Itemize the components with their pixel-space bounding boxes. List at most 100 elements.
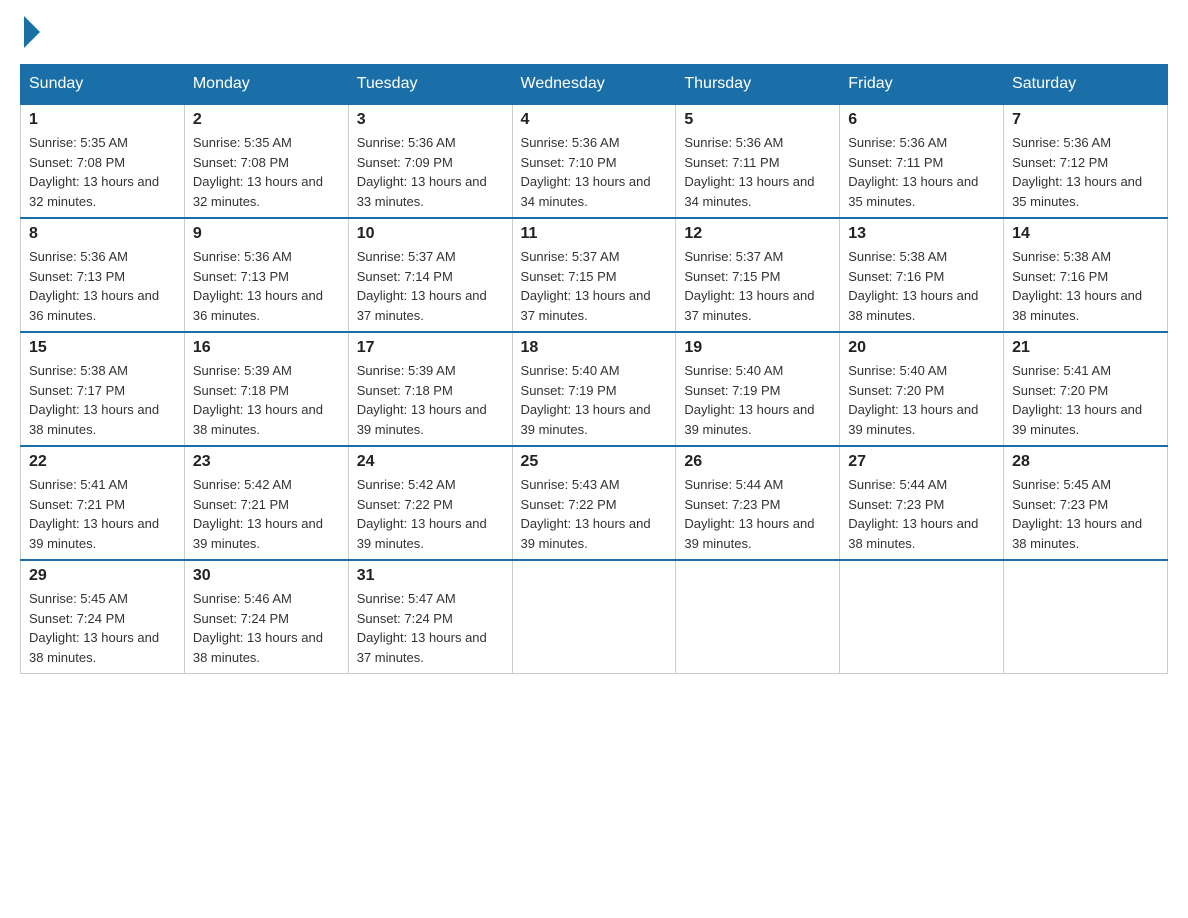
- calendar-cell: 14 Sunrise: 5:38 AM Sunset: 7:16 PM Dayl…: [1004, 218, 1168, 332]
- week-row-3: 15 Sunrise: 5:38 AM Sunset: 7:17 PM Dayl…: [21, 332, 1168, 446]
- day-info: Sunrise: 5:40 AM Sunset: 7:19 PM Dayligh…: [521, 361, 668, 439]
- calendar-cell: 15 Sunrise: 5:38 AM Sunset: 7:17 PM Dayl…: [21, 332, 185, 446]
- calendar-cell: 21 Sunrise: 5:41 AM Sunset: 7:20 PM Dayl…: [1004, 332, 1168, 446]
- day-number: 15: [29, 339, 176, 357]
- day-info: Sunrise: 5:36 AM Sunset: 7:09 PM Dayligh…: [357, 133, 504, 211]
- calendar-body: 1 Sunrise: 5:35 AM Sunset: 7:08 PM Dayli…: [21, 104, 1168, 674]
- calendar-cell: 5 Sunrise: 5:36 AM Sunset: 7:11 PM Dayli…: [676, 104, 840, 218]
- day-info: Sunrise: 5:36 AM Sunset: 7:11 PM Dayligh…: [684, 133, 831, 211]
- calendar-cell: 26 Sunrise: 5:44 AM Sunset: 7:23 PM Dayl…: [676, 446, 840, 560]
- calendar-cell: 4 Sunrise: 5:36 AM Sunset: 7:10 PM Dayli…: [512, 104, 676, 218]
- day-info: Sunrise: 5:38 AM Sunset: 7:17 PM Dayligh…: [29, 361, 176, 439]
- day-number: 31: [357, 567, 504, 585]
- week-row-5: 29 Sunrise: 5:45 AM Sunset: 7:24 PM Dayl…: [21, 560, 1168, 674]
- day-number: 14: [1012, 225, 1159, 243]
- day-info: Sunrise: 5:37 AM Sunset: 7:15 PM Dayligh…: [684, 247, 831, 325]
- calendar-cell: 30 Sunrise: 5:46 AM Sunset: 7:24 PM Dayl…: [184, 560, 348, 674]
- calendar-cell: [840, 560, 1004, 674]
- day-number: 20: [848, 339, 995, 357]
- logo-top: [20, 20, 40, 48]
- day-info: Sunrise: 5:43 AM Sunset: 7:22 PM Dayligh…: [521, 475, 668, 553]
- day-number: 16: [193, 339, 340, 357]
- calendar-cell: 24 Sunrise: 5:42 AM Sunset: 7:22 PM Dayl…: [348, 446, 512, 560]
- day-info: Sunrise: 5:37 AM Sunset: 7:14 PM Dayligh…: [357, 247, 504, 325]
- day-info: Sunrise: 5:36 AM Sunset: 7:11 PM Dayligh…: [848, 133, 995, 211]
- logo-triangle-icon: [24, 16, 40, 48]
- day-info: Sunrise: 5:38 AM Sunset: 7:16 PM Dayligh…: [848, 247, 995, 325]
- header-friday: Friday: [840, 65, 1004, 105]
- day-number: 7: [1012, 111, 1159, 129]
- calendar-cell: 6 Sunrise: 5:36 AM Sunset: 7:11 PM Dayli…: [840, 104, 1004, 218]
- day-number: 13: [848, 225, 995, 243]
- header-saturday: Saturday: [1004, 65, 1168, 105]
- calendar-cell: 13 Sunrise: 5:38 AM Sunset: 7:16 PM Dayl…: [840, 218, 1004, 332]
- day-info: Sunrise: 5:45 AM Sunset: 7:24 PM Dayligh…: [29, 589, 176, 667]
- calendar-cell: 3 Sunrise: 5:36 AM Sunset: 7:09 PM Dayli…: [348, 104, 512, 218]
- day-info: Sunrise: 5:45 AM Sunset: 7:23 PM Dayligh…: [1012, 475, 1159, 553]
- header-sunday: Sunday: [21, 65, 185, 105]
- day-number: 2: [193, 111, 340, 129]
- day-info: Sunrise: 5:44 AM Sunset: 7:23 PM Dayligh…: [684, 475, 831, 553]
- calendar-cell: 17 Sunrise: 5:39 AM Sunset: 7:18 PM Dayl…: [348, 332, 512, 446]
- calendar-cell: 22 Sunrise: 5:41 AM Sunset: 7:21 PM Dayl…: [21, 446, 185, 560]
- day-number: 6: [848, 111, 995, 129]
- day-info: Sunrise: 5:38 AM Sunset: 7:16 PM Dayligh…: [1012, 247, 1159, 325]
- day-number: 19: [684, 339, 831, 357]
- day-number: 18: [521, 339, 668, 357]
- day-number: 17: [357, 339, 504, 357]
- day-info: Sunrise: 5:42 AM Sunset: 7:21 PM Dayligh…: [193, 475, 340, 553]
- day-info: Sunrise: 5:37 AM Sunset: 7:15 PM Dayligh…: [521, 247, 668, 325]
- calendar-cell: 19 Sunrise: 5:40 AM Sunset: 7:19 PM Dayl…: [676, 332, 840, 446]
- calendar-cell: [512, 560, 676, 674]
- day-number: 12: [684, 225, 831, 243]
- calendar-cell: 31 Sunrise: 5:47 AM Sunset: 7:24 PM Dayl…: [348, 560, 512, 674]
- calendar-cell: [676, 560, 840, 674]
- header-row: SundayMondayTuesdayWednesdayThursdayFrid…: [21, 65, 1168, 105]
- day-info: Sunrise: 5:35 AM Sunset: 7:08 PM Dayligh…: [193, 133, 340, 211]
- logo: [20, 20, 40, 44]
- page-header: [20, 20, 1168, 44]
- day-number: 11: [521, 225, 668, 243]
- day-info: Sunrise: 5:36 AM Sunset: 7:12 PM Dayligh…: [1012, 133, 1159, 211]
- day-number: 29: [29, 567, 176, 585]
- week-row-2: 8 Sunrise: 5:36 AM Sunset: 7:13 PM Dayli…: [21, 218, 1168, 332]
- calendar-cell: 9 Sunrise: 5:36 AM Sunset: 7:13 PM Dayli…: [184, 218, 348, 332]
- calendar-cell: 10 Sunrise: 5:37 AM Sunset: 7:14 PM Dayl…: [348, 218, 512, 332]
- week-row-4: 22 Sunrise: 5:41 AM Sunset: 7:21 PM Dayl…: [21, 446, 1168, 560]
- day-info: Sunrise: 5:42 AM Sunset: 7:22 PM Dayligh…: [357, 475, 504, 553]
- day-info: Sunrise: 5:41 AM Sunset: 7:20 PM Dayligh…: [1012, 361, 1159, 439]
- calendar-cell: 29 Sunrise: 5:45 AM Sunset: 7:24 PM Dayl…: [21, 560, 185, 674]
- header-thursday: Thursday: [676, 65, 840, 105]
- day-number: 21: [1012, 339, 1159, 357]
- day-info: Sunrise: 5:40 AM Sunset: 7:20 PM Dayligh…: [848, 361, 995, 439]
- calendar-cell: 20 Sunrise: 5:40 AM Sunset: 7:20 PM Dayl…: [840, 332, 1004, 446]
- calendar-cell: 16 Sunrise: 5:39 AM Sunset: 7:18 PM Dayl…: [184, 332, 348, 446]
- calendar-cell: 2 Sunrise: 5:35 AM Sunset: 7:08 PM Dayli…: [184, 104, 348, 218]
- day-info: Sunrise: 5:47 AM Sunset: 7:24 PM Dayligh…: [357, 589, 504, 667]
- day-number: 22: [29, 453, 176, 471]
- calendar-cell: 18 Sunrise: 5:40 AM Sunset: 7:19 PM Dayl…: [512, 332, 676, 446]
- day-info: Sunrise: 5:39 AM Sunset: 7:18 PM Dayligh…: [357, 361, 504, 439]
- day-number: 27: [848, 453, 995, 471]
- day-number: 25: [521, 453, 668, 471]
- calendar-cell: 8 Sunrise: 5:36 AM Sunset: 7:13 PM Dayli…: [21, 218, 185, 332]
- day-number: 10: [357, 225, 504, 243]
- calendar-header: SundayMondayTuesdayWednesdayThursdayFrid…: [21, 65, 1168, 105]
- day-number: 30: [193, 567, 340, 585]
- day-number: 28: [1012, 453, 1159, 471]
- calendar-cell: 12 Sunrise: 5:37 AM Sunset: 7:15 PM Dayl…: [676, 218, 840, 332]
- header-monday: Monday: [184, 65, 348, 105]
- day-number: 4: [521, 111, 668, 129]
- day-number: 1: [29, 111, 176, 129]
- day-info: Sunrise: 5:36 AM Sunset: 7:10 PM Dayligh…: [521, 133, 668, 211]
- calendar-cell: [1004, 560, 1168, 674]
- day-info: Sunrise: 5:36 AM Sunset: 7:13 PM Dayligh…: [193, 247, 340, 325]
- calendar-cell: 11 Sunrise: 5:37 AM Sunset: 7:15 PM Dayl…: [512, 218, 676, 332]
- day-info: Sunrise: 5:40 AM Sunset: 7:19 PM Dayligh…: [684, 361, 831, 439]
- calendar-table: SundayMondayTuesdayWednesdayThursdayFrid…: [20, 64, 1168, 674]
- day-number: 23: [193, 453, 340, 471]
- calendar-cell: 1 Sunrise: 5:35 AM Sunset: 7:08 PM Dayli…: [21, 104, 185, 218]
- day-number: 5: [684, 111, 831, 129]
- day-info: Sunrise: 5:46 AM Sunset: 7:24 PM Dayligh…: [193, 589, 340, 667]
- day-number: 3: [357, 111, 504, 129]
